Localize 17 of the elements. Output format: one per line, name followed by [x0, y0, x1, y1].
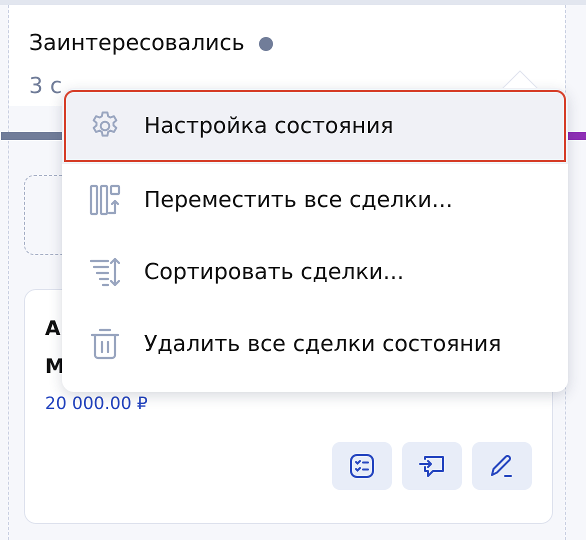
- checklist-button[interactable]: [332, 442, 392, 490]
- message-icon: [418, 453, 446, 479]
- deal-count: 3 с: [29, 74, 62, 99]
- menu-pointer: [502, 69, 538, 89]
- column-title: Заинтересовались: [29, 31, 245, 56]
- checklist-icon: [349, 453, 375, 479]
- message-button[interactable]: [402, 442, 462, 490]
- edit-button[interactable]: [472, 442, 532, 490]
- menu-item[interactable]: Настройка состояния: [62, 88, 568, 164]
- sort-icon: [88, 255, 122, 289]
- pencil-icon: [489, 453, 515, 479]
- status-dot: [258, 36, 273, 50]
- deal-title: А: [45, 316, 60, 340]
- trash-icon: [88, 327, 122, 361]
- columns-move-icon: [88, 183, 122, 217]
- deal-amount: 20 000.00 ₽: [45, 394, 148, 414]
- menu-item[interactable]: Переместить все сделки...: [62, 164, 568, 236]
